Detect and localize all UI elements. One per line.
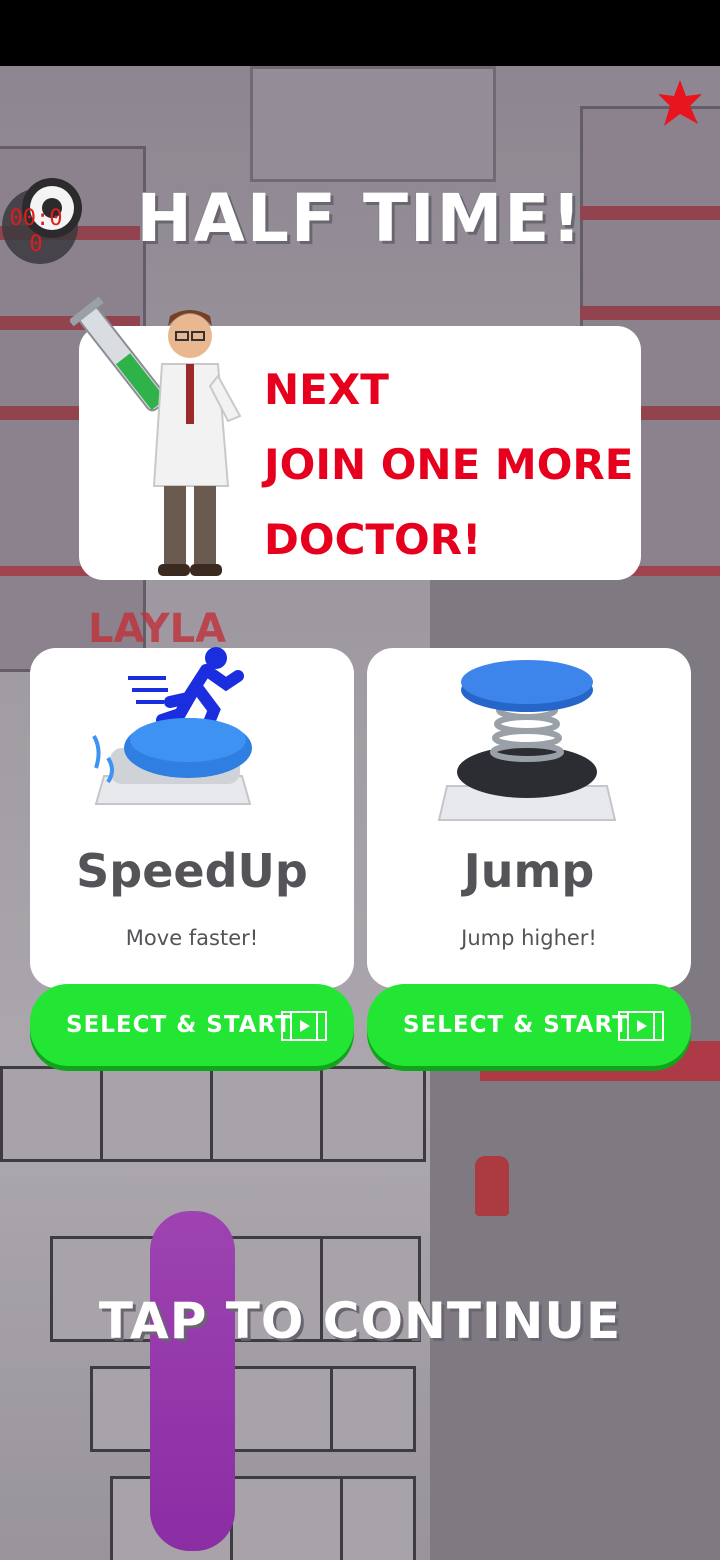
select-start-label: SELECT & START: [403, 1012, 629, 1038]
half-time-title: HALF TIME!: [136, 180, 584, 257]
boost-title: SpeedUp: [76, 844, 308, 898]
tap-to-continue-prompt[interactable]: TAP TO CONTINUE: [0, 1292, 720, 1350]
next-label: NEXT: [264, 365, 389, 414]
speedup-button-icon: [92, 647, 252, 805]
boost-subtitle: Jump higher!: [461, 926, 597, 950]
doctor-with-syringe-icon: [70, 296, 242, 576]
boost-subtitle: Move faster!: [125, 926, 259, 950]
next-description-line1: JOIN ONE MORE: [264, 440, 634, 489]
status-bar: [0, 0, 720, 66]
jump-spring-button-icon: [437, 660, 617, 821]
jump-boost-card[interactable]: Jump Jump higher!: [367, 648, 691, 988]
jump-select-start-button[interactable]: SELECT & START: [367, 984, 691, 1066]
red-star-icon[interactable]: [656, 78, 704, 130]
boost-title: Jump: [463, 844, 595, 898]
select-start-label: SELECT & START: [66, 1012, 292, 1038]
speedup-boost-card[interactable]: SpeedUp Move faster!: [30, 647, 354, 988]
next-unlock-text: NEXT JOIN ONE MORE DOCTOR!: [264, 352, 634, 577]
video-ad-icon: [281, 1011, 327, 1041]
video-ad-icon: [618, 1011, 664, 1041]
next-description-line2: DOCTOR!: [264, 515, 482, 564]
speedup-select-start-button[interactable]: SELECT & START: [30, 984, 354, 1066]
